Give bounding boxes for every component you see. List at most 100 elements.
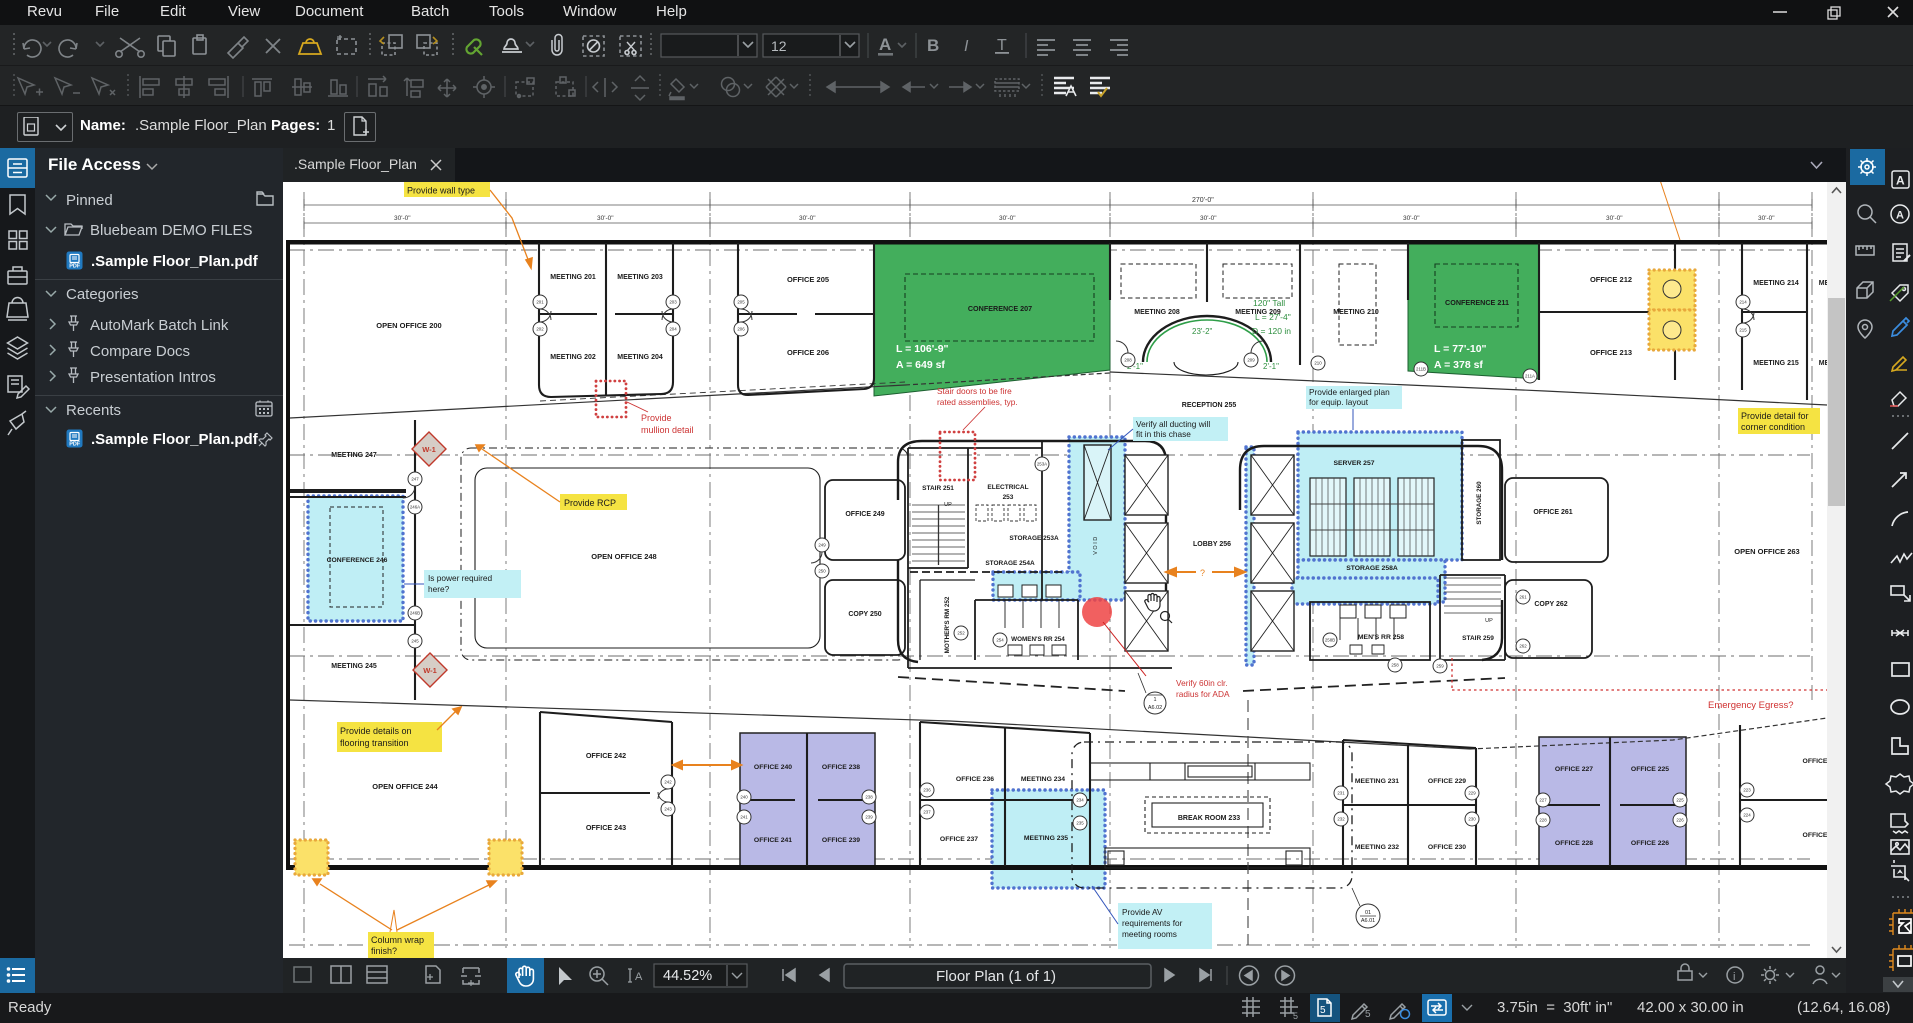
svg-text:WOMEN'S RR 254: WOMEN'S RR 254 <box>1011 636 1065 643</box>
svg-text:5: 5 <box>1320 1005 1326 1016</box>
svg-text:Verify 60in clr.: Verify 60in clr. <box>1176 678 1228 688</box>
svg-text:OFFICE 225: OFFICE 225 <box>1631 766 1669 773</box>
svg-text:Emergency Egress?: Emergency Egress? <box>1708 700 1794 711</box>
svg-text:OFFICE 236: OFFICE 236 <box>956 776 994 783</box>
svg-text:245: 245 <box>411 639 419 644</box>
svg-text:OFFICE 212: OFFICE 212 <box>1590 275 1632 284</box>
svg-text:W-1: W-1 <box>423 666 437 675</box>
svg-text:STAIR 259: STAIR 259 <box>1462 635 1494 642</box>
svg-text:238: 238 <box>865 795 873 800</box>
svg-text:236: 236 <box>923 788 931 793</box>
svg-text:MEETING 245: MEETING 245 <box>331 663 377 670</box>
svg-text:OFFICE 249: OFFICE 249 <box>845 511 884 518</box>
svg-text:225: 225 <box>1676 798 1684 803</box>
svg-text:OFFICE 238: OFFICE 238 <box>822 764 860 771</box>
svg-text:B: B <box>927 36 939 55</box>
svg-text:OFFICE 242: OFFICE 242 <box>586 751 626 760</box>
svg-text:finish?: finish? <box>371 946 397 956</box>
svg-text:STORAGE 258A: STORAGE 258A <box>1346 565 1398 572</box>
svg-text:208: 208 <box>1124 358 1132 363</box>
svg-text:MEETING 201: MEETING 201 <box>550 274 596 281</box>
svg-text:30'-0": 30'-0" <box>597 215 614 222</box>
svg-text:L = 27'-4": L = 27'-4" <box>1255 312 1291 322</box>
svg-text:Is power required: Is power required <box>428 573 492 583</box>
svg-text:OFFICE: OFFICE <box>1803 758 1827 765</box>
svg-text:202: 202 <box>536 327 544 332</box>
svg-text:OFFICE 240: OFFICE 240 <box>754 764 792 771</box>
svg-text:A = 649 sf: A = 649 sf <box>896 359 945 371</box>
svg-text:A6.01: A6.01 <box>1361 918 1375 924</box>
svg-text:ME: ME <box>1819 360 1827 367</box>
svg-text:229: 229 <box>1468 791 1476 796</box>
svg-text:120" Tall: 120" Tall <box>1253 298 1285 308</box>
svg-text:230: 230 <box>1468 817 1476 822</box>
svg-text:203: 203 <box>669 300 677 305</box>
svg-text:242: 242 <box>664 780 672 785</box>
svg-text:30'-0": 30'-0" <box>999 215 1016 222</box>
svg-text:STAIR 251: STAIR 251 <box>922 485 954 492</box>
svg-text:232: 232 <box>1337 817 1345 822</box>
svg-text:RECEPTION 255: RECEPTION 255 <box>1182 402 1237 409</box>
svg-text:OFFICE 229: OFFICE 229 <box>1428 778 1466 785</box>
svg-text:MOTHER'S RM 252: MOTHER'S RM 252 <box>944 596 951 653</box>
svg-text:rated assemblies, typ.: rated assemblies, typ. <box>937 397 1018 407</box>
svg-text:MEETING 203: MEETING 203 <box>617 274 663 281</box>
svg-text:OFFICE 241: OFFICE 241 <box>754 837 792 844</box>
svg-text:Provide wall type: Provide wall type <box>407 186 475 196</box>
svg-text:235: 235 <box>1076 821 1084 826</box>
svg-text:L = 106'-9": L = 106'-9" <box>896 343 949 355</box>
svg-text:A: A <box>879 35 891 54</box>
svg-text:240: 240 <box>740 795 748 800</box>
svg-text:?: ? <box>1200 568 1205 578</box>
svg-text:234: 234 <box>1076 798 1084 803</box>
svg-text:44.52%: 44.52% <box>663 968 712 984</box>
svg-text:Provide AV: Provide AV <box>1122 907 1163 917</box>
svg-text:radius for ADA: radius for ADA <box>1176 689 1230 699</box>
svg-text:OFFICE 205: OFFICE 205 <box>787 275 829 284</box>
svg-text:258B: 258B <box>1325 638 1335 643</box>
svg-text:Provide details on: Provide details on <box>340 726 412 736</box>
svg-text:D = 120 in: D = 120 in <box>1252 326 1291 336</box>
svg-text:241: 241 <box>740 815 748 820</box>
svg-text:OFFICE 226: OFFICE 226 <box>1631 840 1669 847</box>
svg-text:OFFICE 206: OFFICE 206 <box>787 348 829 357</box>
svg-text:OFFICE 239: OFFICE 239 <box>822 837 860 844</box>
svg-text:fit in this chase: fit in this chase <box>1136 429 1191 439</box>
svg-text:23'-2": 23'-2" <box>1192 327 1213 336</box>
svg-text:PDF: PDF <box>69 264 81 270</box>
svg-text:1: 1 <box>1153 697 1156 703</box>
svg-text:ELECTRICAL: ELECTRICAL <box>987 484 1028 491</box>
svg-text:STORAGE 260: STORAGE 260 <box>1476 481 1483 525</box>
svg-text:OPEN OFFICE 248: OPEN OFFICE 248 <box>591 552 656 561</box>
svg-text:01: 01 <box>1365 910 1371 916</box>
svg-text:MEN'S RR 258: MEN'S RR 258 <box>1358 634 1404 641</box>
svg-text:30'-0": 30'-0" <box>1758 215 1775 222</box>
svg-text:12: 12 <box>771 38 787 54</box>
svg-text:250: 250 <box>818 569 826 574</box>
svg-text:237: 237 <box>923 810 931 815</box>
svg-text:MEETING 215: MEETING 215 <box>1753 360 1799 367</box>
svg-text:T: T <box>997 37 1007 54</box>
svg-text:ME: ME <box>1819 280 1827 287</box>
svg-text:meeting rooms: meeting rooms <box>1122 929 1177 939</box>
svg-text:OFFICE: OFFICE <box>1803 832 1827 839</box>
svg-text:corner condition: corner condition <box>1741 422 1805 432</box>
svg-text:226: 226 <box>1676 818 1684 823</box>
svg-text:Column wrap: Column wrap <box>371 935 424 945</box>
svg-text:MEETING 231: MEETING 231 <box>1355 778 1399 785</box>
svg-text:Provide detail for: Provide detail for <box>1741 411 1809 421</box>
svg-text:STORAGE 254A: STORAGE 254A <box>985 560 1035 567</box>
svg-text:249: 249 <box>818 543 826 548</box>
svg-text:Provide enlarged plan: Provide enlarged plan <box>1309 387 1390 397</box>
svg-text:211B: 211B <box>1416 367 1426 372</box>
svg-text:MEETING 210: MEETING 210 <box>1333 309 1379 316</box>
svg-text:for equip. layout: for equip. layout <box>1309 397 1369 407</box>
svg-text:224: 224 <box>1743 813 1751 818</box>
svg-text:Stair doors to be fire: Stair doors to be fire <box>937 386 1012 396</box>
svg-text:239: 239 <box>865 815 873 820</box>
svg-text:OFFICE 228: OFFICE 228 <box>1555 840 1593 847</box>
svg-text:214: 214 <box>1739 300 1747 305</box>
svg-text:5: 5 <box>1365 1009 1371 1020</box>
svg-text:30'-0": 30'-0" <box>799 215 816 222</box>
svg-text:253: 253 <box>1003 494 1014 501</box>
